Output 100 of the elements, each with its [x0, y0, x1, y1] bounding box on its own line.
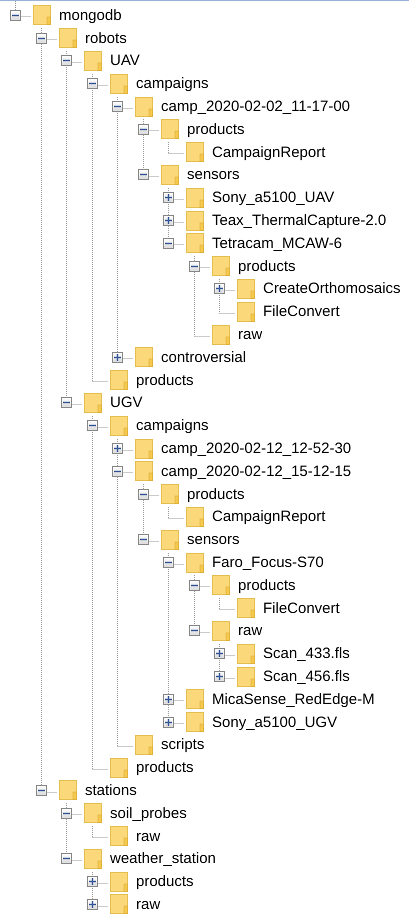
folder-icon	[135, 347, 153, 368]
folder-icon	[110, 826, 128, 846]
collapse-toggle[interactable]	[189, 580, 200, 591]
tree-item-label[interactable]: mongodb	[59, 8, 122, 23]
folder-icon	[212, 575, 230, 596]
tree-item-label[interactable]: campaigns	[136, 76, 209, 92]
tree-item-label[interactable]: soil_probes	[110, 806, 187, 821]
tree-item-label[interactable]: UGV	[110, 395, 143, 410]
folder-icon	[161, 164, 179, 185]
tree-item-label[interactable]: Sony_a5100_UAV	[212, 190, 334, 206]
collapse-toggle[interactable]	[138, 169, 149, 180]
tree-item-label[interactable]: products	[136, 372, 194, 388]
tree-item-label[interactable]: FileConvert	[263, 304, 340, 320]
tree-item-label[interactable]: products	[187, 486, 245, 502]
expand-toggle[interactable]	[87, 876, 98, 888]
collapse-toggle[interactable]	[189, 260, 200, 272]
collapse-toggle[interactable]	[61, 853, 72, 864]
folder-icon	[212, 256, 230, 276]
expand-toggle[interactable]	[163, 716, 174, 728]
collapse-toggle[interactable]	[112, 466, 123, 477]
folder-icon	[237, 666, 255, 686]
tree-item-label[interactable]: camp_2020-02-02_11-17-00	[161, 99, 350, 114]
folder-icon	[237, 278, 255, 299]
folder-icon	[161, 119, 179, 140]
collapse-toggle[interactable]	[112, 101, 123, 112]
collapse-toggle[interactable]	[138, 534, 149, 546]
tree-item-label[interactable]: products	[187, 122, 245, 137]
folder-icon	[186, 188, 204, 208]
tree-item-label[interactable]: stations	[85, 782, 137, 798]
folder-icon	[33, 5, 51, 26]
tree-item-label[interactable]: controversial	[161, 350, 246, 365]
tree-item-label[interactable]: products	[238, 578, 296, 593]
tree-item-label[interactable]: sensors	[187, 167, 240, 182]
folder-icon	[186, 210, 204, 231]
folder-icon	[84, 50, 102, 71]
tree-item-label[interactable]: Sony_a5100_UGV	[212, 714, 338, 730]
tree-item-label[interactable]: MicaSense_RedEdge-M	[212, 692, 375, 707]
tree-item-label[interactable]: products	[136, 874, 194, 890]
tree-item-label[interactable]: products	[238, 258, 296, 274]
tree-item-label[interactable]: UAV	[110, 53, 140, 68]
collapse-toggle[interactable]	[61, 397, 72, 408]
folder-icon	[186, 142, 204, 162]
expand-toggle[interactable]	[214, 648, 225, 660]
tree-item-label[interactable]: products	[136, 760, 194, 776]
tree-item-label[interactable]: sensors	[187, 532, 240, 548]
collapse-toggle[interactable]	[189, 625, 200, 636]
folder-icon	[186, 233, 204, 254]
collapse-toggle[interactable]	[138, 124, 149, 135]
collapse-toggle[interactable]	[138, 488, 149, 500]
collapse-toggle[interactable]	[163, 238, 174, 249]
tree-item-label[interactable]: raw	[238, 327, 262, 342]
tree-item-label[interactable]: campaigns	[136, 418, 209, 434]
tree-item-label[interactable]: Scan_433.fls	[263, 646, 350, 662]
collapse-toggle[interactable]	[36, 32, 47, 44]
expand-toggle[interactable]	[163, 215, 174, 226]
folder-icon	[110, 370, 128, 390]
collapse-toggle[interactable]	[87, 420, 98, 432]
collapse-toggle[interactable]	[10, 10, 21, 21]
tree-item-label[interactable]: Scan_456.fls	[263, 669, 350, 684]
folder-icon	[84, 848, 102, 869]
tree-item-label[interactable]: Faro_Focus-S70	[212, 555, 324, 570]
tree-item-label[interactable]: robots	[85, 30, 127, 46]
tree-item-label[interactable]: weather_station	[110, 851, 216, 866]
folder-icon	[186, 552, 204, 573]
collapse-toggle[interactable]	[87, 78, 98, 90]
collapse-toggle[interactable]	[61, 55, 72, 66]
tree-item-label[interactable]: CreateOrthomosaics	[263, 281, 401, 296]
tree-item-label[interactable]: Tetracam_MCAW-6	[212, 236, 342, 251]
folder-icon	[237, 644, 255, 664]
tree-item-label[interactable]: scripts	[161, 737, 204, 752]
expand-toggle[interactable]	[214, 283, 225, 294]
collapse-toggle[interactable]	[61, 808, 72, 819]
expand-toggle[interactable]	[163, 694, 174, 705]
expand-toggle[interactable]	[214, 671, 225, 682]
expand-toggle[interactable]	[163, 192, 174, 204]
folder-icon	[135, 96, 153, 117]
tree-item-label[interactable]: raw	[238, 623, 262, 638]
folder-icon	[186, 712, 204, 732]
folder-icon	[161, 530, 179, 550]
expand-toggle[interactable]	[87, 898, 98, 910]
tree-item-label[interactable]: Teax_ThermalCapture-2.0	[212, 213, 386, 228]
folder-icon	[84, 803, 102, 824]
folder-icon	[186, 689, 204, 710]
tree-item-label[interactable]: CampaignReport	[212, 144, 326, 160]
folder-icon	[59, 28, 77, 48]
folder-icon	[110, 416, 128, 436]
tree-item-label[interactable]: raw	[136, 828, 160, 844]
collapse-toggle[interactable]	[163, 557, 174, 568]
tree-item-label[interactable]: FileConvert	[263, 600, 340, 616]
folder-icon	[237, 598, 255, 618]
folder-icon	[110, 74, 128, 94]
tree-item-label[interactable]: camp_2020-02-12_12-52-30	[161, 441, 352, 456]
tree-item-label[interactable]: CampaignReport	[212, 509, 326, 524]
collapse-toggle[interactable]	[36, 784, 47, 796]
folder-icon	[135, 734, 153, 755]
tree-item-label[interactable]: raw	[136, 896, 160, 912]
tree-item-label[interactable]: camp_2020-02-12_15-12-15	[161, 464, 352, 479]
expand-toggle[interactable]	[112, 443, 123, 454]
expand-toggle[interactable]	[112, 352, 123, 363]
folder-icon	[161, 484, 179, 504]
